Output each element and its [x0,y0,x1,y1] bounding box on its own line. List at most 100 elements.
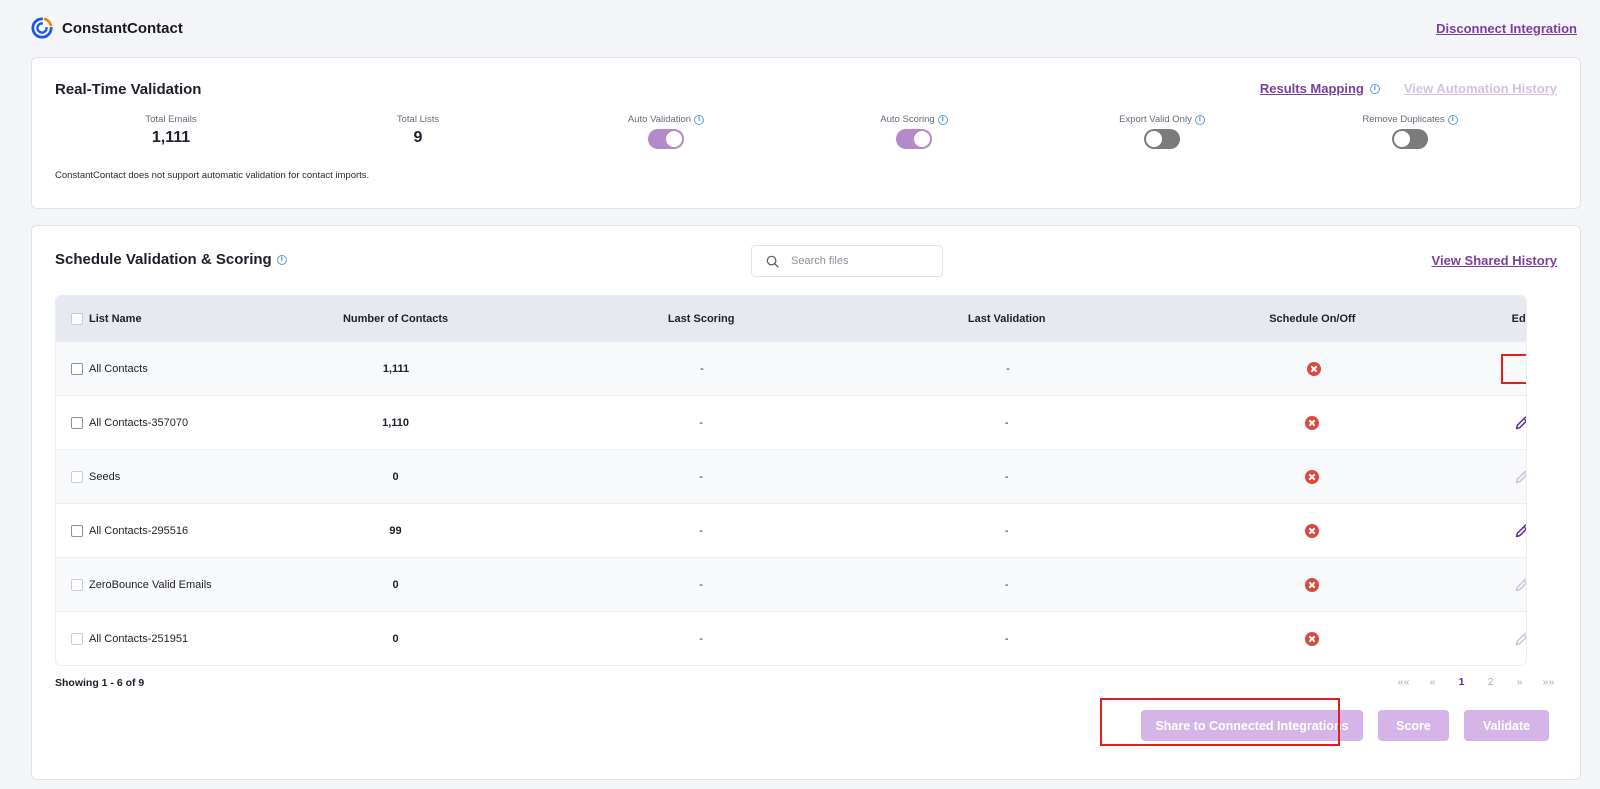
search-icon [766,255,779,268]
row-checkbox[interactable] [71,524,83,537]
cell-list-name: All Contacts [56,362,296,375]
total-lists-value: 9 [413,129,423,146]
cell-edit [1515,576,1526,594]
export-valid-only-label-row: Export Valid Only i [1062,113,1262,126]
auto-scoring-info-icon[interactable]: i [937,114,948,125]
list-name: All Contacts-295516 [89,524,189,537]
schedule-off-icon[interactable] [1307,361,1321,376]
toggle-knob [1394,131,1410,147]
remove-duplicates-label: Remove Duplicates [1362,114,1445,125]
auto-scoring-label-row: Auto Scoring i [814,113,1014,126]
cell-schedule [1107,523,1518,538]
contacts-count: 1,110 [382,416,409,429]
first-page-button[interactable]: «« [1389,676,1418,688]
cell-edit [1515,414,1526,432]
auto-validation-info-icon[interactable]: i [694,114,705,125]
view-shared-history-link[interactable]: View Shared History [1432,253,1557,268]
schedule-off-icon[interactable] [1305,523,1320,538]
edit-pencil-icon[interactable] [1514,576,1526,594]
share-to-integrations-button[interactable]: Share to Connected Integrations [1141,710,1363,741]
cell-list-name: All Contacts-295516 [56,524,296,537]
row-checkbox[interactable] [71,578,83,591]
view-automation-history-link[interactable]: View Automation History [1404,81,1557,96]
total-emails-value: 1,111 [151,129,191,146]
cell-list-name: All Contacts-251951 [56,632,296,645]
page-2-button[interactable]: 2 [1476,676,1505,688]
total-emails-label: Total Emails [145,114,197,125]
edit-pencil-icon[interactable] [1501,353,1526,384]
auto-validation-stat: Auto Validation i [566,113,766,149]
schedule-title-row: Schedule Validation & Scoring i [55,251,287,268]
realtime-links: Results Mapping i View Automation Histor… [1260,81,1557,96]
auto-scoring-label: Auto Scoring [880,114,935,125]
list-name: ZeroBounce Valid Emails [89,578,212,591]
last-scoring: - [700,362,704,375]
last-scoring: - [699,470,703,483]
edit-pencil-icon[interactable] [1514,468,1526,486]
last-scoring: - [699,524,703,537]
list-name: All Contacts-251951 [89,632,189,645]
schedule-off-icon[interactable] [1305,577,1320,592]
total-lists-label: Total Lists [396,114,440,125]
validate-button[interactable]: Validate [1464,710,1549,741]
header-last-validation: Last Validation [967,312,1046,325]
cell-schedule [1107,631,1518,646]
next-page-button[interactable]: » [1505,676,1534,688]
auto-validation-toggle[interactable] [648,129,684,149]
schedule-off-icon[interactable] [1305,631,1320,646]
header-list-name: List Name [56,312,296,325]
last-validation: - [1006,362,1010,375]
search-input[interactable] [791,255,921,267]
table-row: Seeds 0 - - [56,449,1526,503]
row-checkbox[interactable] [71,362,83,375]
export-valid-only-label: Export Valid Only [1119,114,1192,125]
export-valid-only-toggle[interactable] [1144,129,1180,149]
edit-pencil-icon[interactable] [1514,522,1526,540]
realtime-validation-card: Real-Time Validation Results Mapping i V… [31,57,1581,209]
table-header: List Name Number of Contacts Last Scorin… [56,296,1526,341]
disconnect-integration-link[interactable]: Disconnect Integration [1436,21,1577,36]
edit-pencil-icon[interactable] [1514,414,1526,432]
cell-edit [1515,522,1526,540]
export-valid-only-info-icon[interactable]: i [1194,114,1205,125]
header-last-scoring: Last Scoring [667,312,735,325]
cell-schedule [1107,415,1518,430]
row-checkbox[interactable] [71,632,83,645]
auto-scoring-toggle[interactable] [896,129,932,149]
table-row: All Contacts 1,111 - - [56,341,1526,395]
brand: ConstantContact [31,17,183,39]
select-all-checkbox[interactable] [71,312,83,325]
last-validation: - [1004,470,1009,483]
schedule-info-icon[interactable]: i [276,254,287,265]
last-validation: - [1004,524,1009,537]
total-emails-stat: Total Emails 1,111 [71,113,271,147]
schedule-title: Schedule Validation & Scoring [55,251,272,268]
constantcontact-logo-icon [31,17,53,39]
schedule-off-icon[interactable] [1305,469,1320,484]
results-mapping-link[interactable]: Results Mapping [1260,81,1364,96]
score-button[interactable]: Score [1378,710,1449,741]
search-box[interactable] [751,245,943,277]
header-list-name-label: List Name [89,312,142,325]
contacts-count: 0 [392,470,399,483]
row-checkbox[interactable] [71,416,83,429]
row-checkbox[interactable] [71,470,83,483]
last-page-button[interactable]: »» [1534,676,1563,688]
lists-table: List Name Number of Contacts Last Scorin… [55,295,1527,666]
edit-pencil-icon[interactable] [1514,630,1526,648]
page-1-button[interactable]: 1 [1447,676,1476,688]
actions: Share to Connected Integrations Score Va… [1141,710,1549,741]
schedule-off-icon[interactable] [1305,415,1320,430]
list-name: Seeds [89,470,121,483]
remove-duplicates-info-icon[interactable]: i [1447,114,1458,125]
remove-duplicates-toggle[interactable] [1392,129,1428,149]
results-mapping-info-icon[interactable]: i [1369,83,1380,94]
last-scoring: - [699,632,703,645]
last-validation: - [1004,632,1009,645]
top-bar: ConstantContact Disconnect Integration [0,0,1600,56]
schedule-validation-card: Schedule Validation & Scoring i View Sha… [31,225,1581,780]
table-row: All Contacts-357070 1,110 - - [56,395,1526,449]
cell-edit [1515,630,1526,648]
contacts-count: 1,111 [382,362,410,375]
prev-page-button[interactable]: « [1418,676,1447,688]
